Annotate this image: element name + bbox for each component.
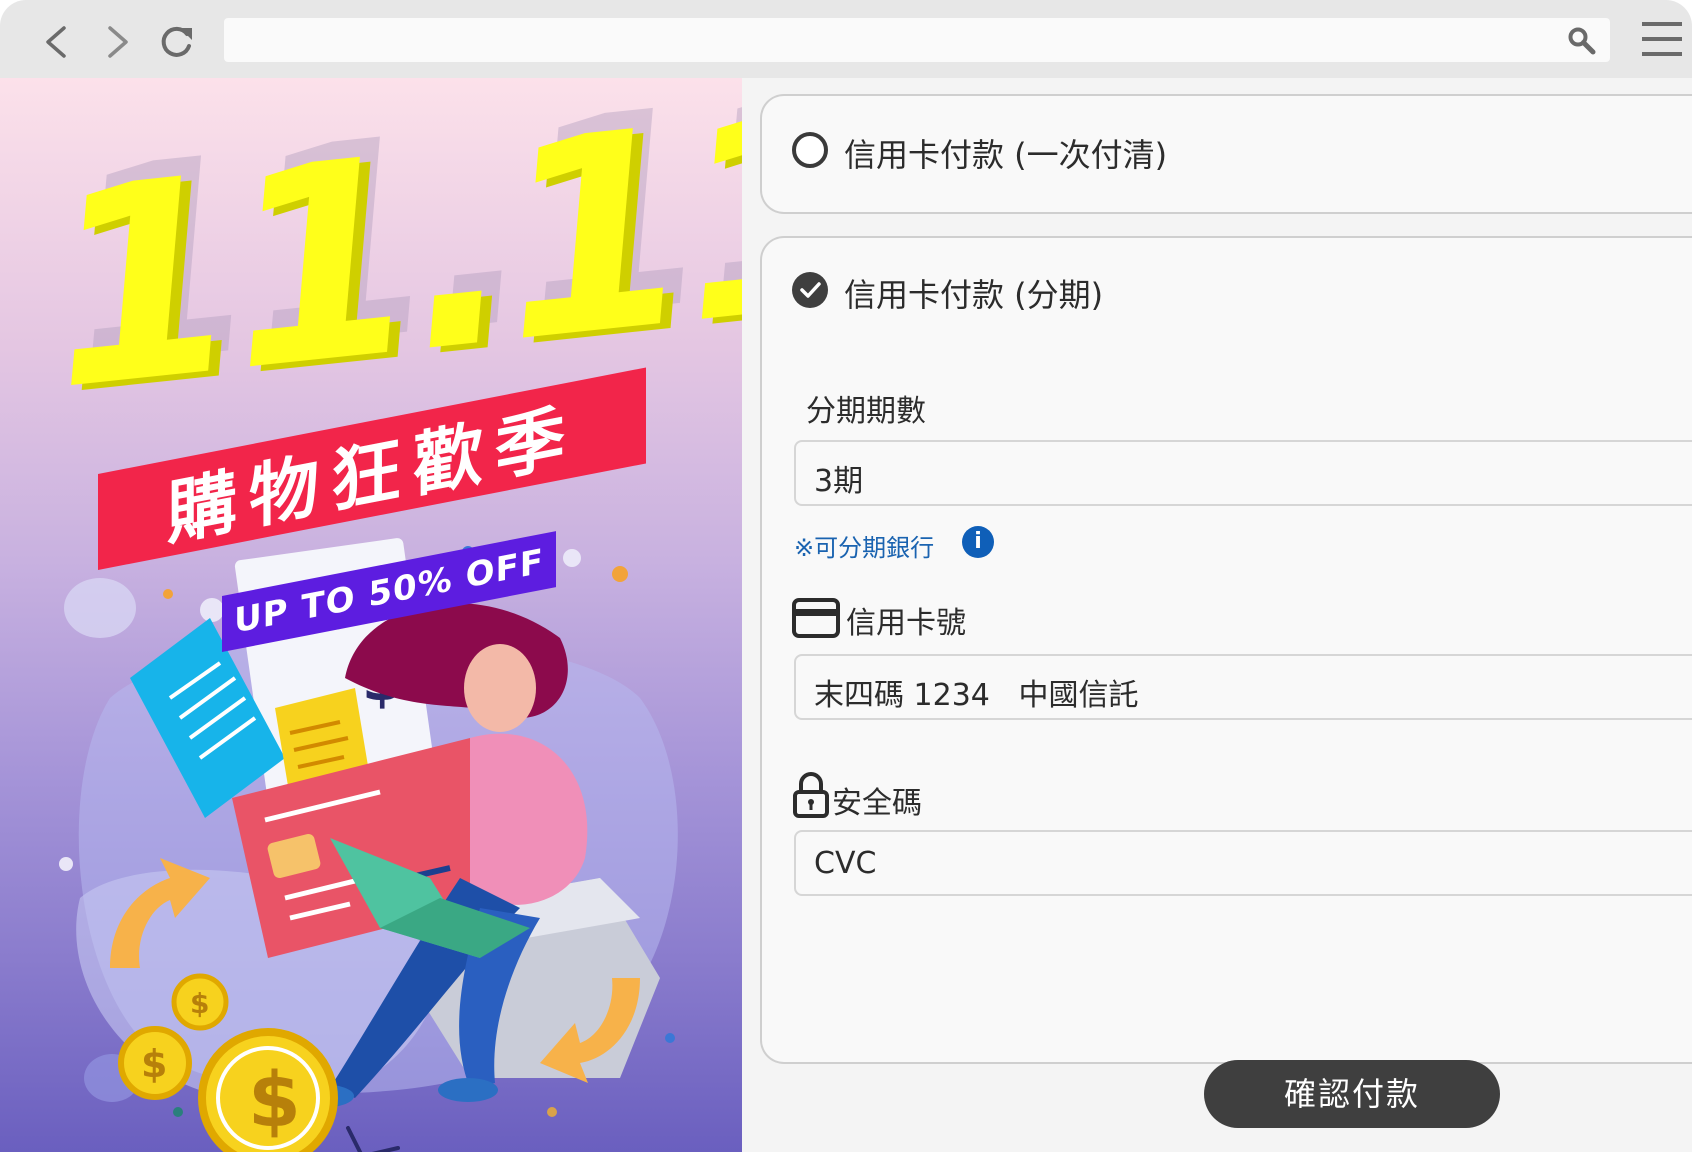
cvc-label: 安全碼 bbox=[832, 786, 922, 821]
payment-option-installment-label: 信用卡付款 (分期) bbox=[844, 276, 1104, 314]
info-icon[interactable]: i bbox=[962, 526, 994, 558]
radio-checked-icon[interactable] bbox=[792, 272, 828, 308]
installment-count-label: 分期期數 bbox=[806, 394, 926, 429]
menu-button[interactable] bbox=[1636, 16, 1686, 62]
confirm-payment-button[interactable]: 確認付款 bbox=[1204, 1060, 1500, 1128]
reload-button[interactable] bbox=[154, 20, 198, 64]
promo-banner: $ $ $ 11.11 購物狂歡季 UP TO 50% OFF bbox=[0, 78, 742, 1152]
lock-icon bbox=[793, 772, 829, 818]
credit-card-icon bbox=[792, 598, 840, 638]
chevron-left-icon bbox=[46, 26, 66, 58]
svg-text:$: $ bbox=[190, 987, 209, 1020]
installment-count-value: 3期 bbox=[814, 464, 864, 499]
svg-text:$: $ bbox=[141, 1042, 167, 1086]
chevron-right-icon bbox=[108, 26, 128, 58]
installment-count-select[interactable]: 3期 bbox=[794, 440, 1692, 506]
search-icon[interactable] bbox=[1566, 25, 1598, 57]
cvc-field[interactable]: CVC bbox=[794, 830, 1692, 896]
forward-button[interactable] bbox=[96, 20, 140, 64]
payment-option-installment[interactable]: 信用卡付款 (分期) 分期期數 3期 ※可分期銀行 i 信用卡號 末四碼 123… bbox=[760, 236, 1692, 1064]
checkmark-icon bbox=[800, 282, 821, 298]
card-number-value: 末四碼 1234 中國信託 bbox=[814, 678, 1139, 713]
radio-unchecked-icon[interactable] bbox=[792, 132, 828, 168]
address-bar[interactable] bbox=[224, 18, 1610, 62]
svg-text:$: $ bbox=[248, 1055, 301, 1144]
hamburger-menu-icon bbox=[1642, 22, 1682, 56]
reload-icon bbox=[161, 26, 192, 57]
payment-option-full[interactable]: 信用卡付款 (一次付清) bbox=[760, 94, 1692, 214]
card-number-label: 信用卡號 bbox=[846, 606, 966, 641]
payment-panel: 信用卡付款 (一次付清) 信用卡付款 (分期) 分期期數 3期 ※可分期銀行 i… bbox=[742, 78, 1692, 1152]
cvc-placeholder: CVC bbox=[814, 846, 877, 881]
payment-option-full-label: 信用卡付款 (一次付清) bbox=[844, 136, 1168, 174]
back-button[interactable] bbox=[36, 20, 80, 64]
installment-banks-link[interactable]: ※可分期銀行 bbox=[794, 528, 934, 563]
browser-toolbar bbox=[0, 0, 1692, 78]
card-number-field[interactable]: 末四碼 1234 中國信託 bbox=[794, 654, 1692, 720]
